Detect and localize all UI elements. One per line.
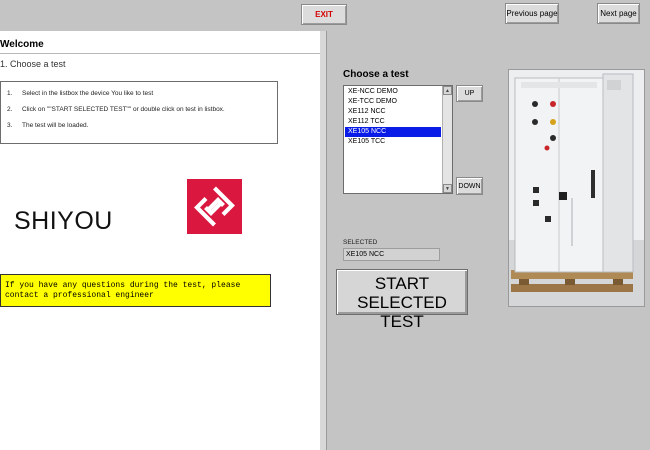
selected-label: SELECTED bbox=[343, 239, 378, 246]
panel-border bbox=[326, 31, 327, 450]
step-heading: 1. Choose a test bbox=[0, 59, 66, 69]
welcome-heading: Welcome bbox=[0, 39, 44, 50]
next-page-button[interactable]: Next page bbox=[597, 3, 640, 24]
instruction-number: 3. bbox=[7, 122, 13, 129]
control-cabinet-photo bbox=[508, 69, 645, 307]
instruction-text: The test will be loaded. bbox=[22, 122, 89, 129]
list-item[interactable]: XE-NCC DEMO bbox=[345, 87, 441, 97]
help-note: If you have any questions during the tes… bbox=[0, 274, 271, 307]
list-item[interactable]: XE105 TCC bbox=[345, 137, 441, 147]
choose-test-title: Choose a test bbox=[343, 69, 409, 80]
instruction-item: 2. Click on ""START SELECTED TEST"" or do… bbox=[7, 106, 225, 113]
instruction-number: 2. bbox=[7, 106, 13, 113]
brand-name: SHIYOU bbox=[14, 207, 113, 235]
list-item-selected[interactable]: XE105 NCC bbox=[345, 127, 441, 137]
test-listbox[interactable]: XE-NCC DEMO XE-TCC DEMO XE112 NCC XE112 … bbox=[343, 85, 453, 194]
list-item[interactable]: XE-TCC DEMO bbox=[345, 97, 441, 107]
instruction-text: Select in the listbox the device You lik… bbox=[22, 90, 154, 97]
instructions-box: 1. Select in the listbox the device You l… bbox=[0, 81, 278, 144]
previous-page-button[interactable]: Previous page bbox=[505, 3, 559, 24]
start-selected-test-button[interactable]: START SELECTED TEST bbox=[336, 269, 468, 331]
scroll-down-icon[interactable]: ▼ bbox=[443, 184, 452, 193]
start-button-line2: TEST bbox=[380, 312, 424, 331]
move-down-button[interactable]: DOWN bbox=[456, 177, 483, 195]
selected-test-field: XE105 NCC bbox=[343, 248, 440, 261]
instruction-item: 1. Select in the listbox the device You l… bbox=[7, 90, 153, 97]
instruction-number: 1. bbox=[7, 90, 13, 97]
exit-button[interactable]: EXIT bbox=[301, 4, 347, 25]
instruction-text: Click on ""START SELECTED TEST"" or doub… bbox=[22, 106, 225, 113]
shiyou-logo-icon bbox=[187, 179, 242, 234]
list-item[interactable]: XE112 TCC bbox=[345, 117, 441, 127]
move-up-button[interactable]: UP bbox=[456, 85, 483, 102]
list-item[interactable]: XE112 NCC bbox=[345, 107, 441, 117]
scroll-up-icon[interactable]: ▲ bbox=[443, 86, 452, 95]
instructions-panel: Welcome 1. Choose a test 1. Select in the… bbox=[0, 31, 320, 450]
test-list: XE-NCC DEMO XE-TCC DEMO XE112 NCC XE112 … bbox=[345, 87, 441, 147]
start-button-line1: START SELECTED bbox=[357, 274, 447, 312]
listbox-scrollbar[interactable]: ▲ ▼ bbox=[442, 86, 452, 193]
instruction-item: 3. The test will be loaded. bbox=[7, 122, 88, 129]
divider bbox=[0, 53, 320, 54]
